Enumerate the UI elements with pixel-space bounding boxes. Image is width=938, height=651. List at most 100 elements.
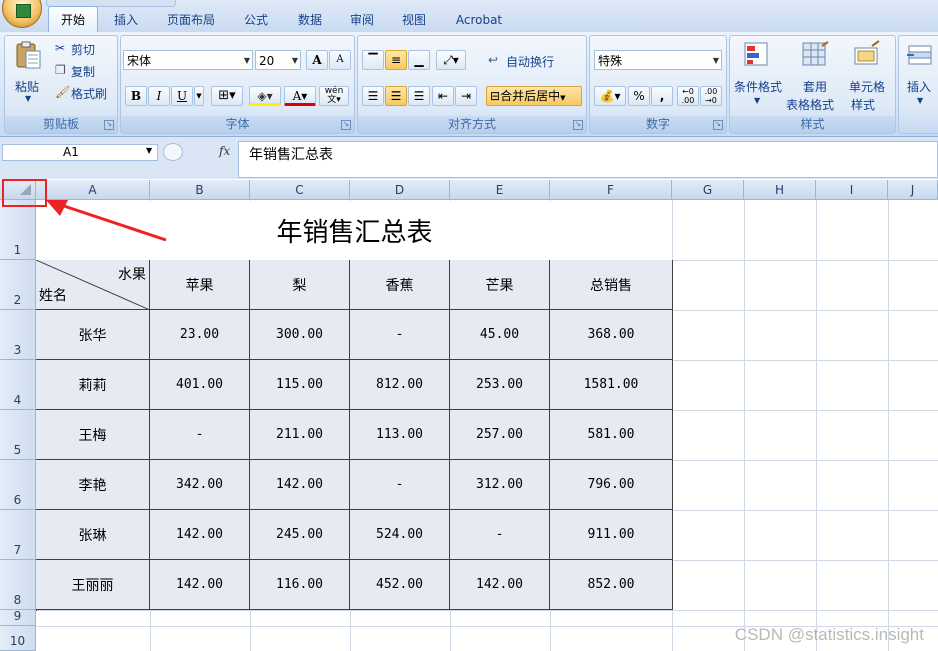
row-header-9[interactable]: 9 (0, 609, 36, 626)
fill-color-icon[interactable]: ◈▾ (249, 86, 281, 106)
cut-button[interactable]: 剪切 (71, 41, 95, 58)
align-left-icon[interactable]: ☰ (362, 86, 384, 106)
table-cell[interactable]: 水果 姓名 (36, 260, 150, 310)
column-header-j[interactable]: J (888, 180, 938, 200)
column-header-f[interactable]: F (550, 180, 672, 200)
formula-bar-resize-handle[interactable] (163, 143, 183, 161)
row-header-2[interactable]: 2 (0, 260, 36, 310)
name-box-dropdown-icon[interactable]: ▼ (146, 146, 152, 155)
column-header-i[interactable]: I (816, 180, 888, 200)
copy-icon[interactable]: ❐ (55, 63, 66, 77)
comma-button[interactable]: , (651, 86, 673, 106)
number-launcher-icon[interactable]: ↘ (713, 120, 723, 130)
table-cell[interactable]: 张华 (36, 310, 150, 360)
clipboard-launcher-icon[interactable]: ↘ (104, 120, 114, 130)
row-header-4[interactable]: 4 (0, 360, 36, 410)
row-header-6[interactable]: 6 (0, 460, 36, 510)
table-cell[interactable]: 1581.00 (550, 360, 673, 410)
format-as-table-label-2[interactable]: 表格格式 (786, 96, 834, 113)
insert-function-icon[interactable]: fx (219, 144, 230, 158)
underline-dropdown-icon[interactable]: ▼ (194, 86, 204, 106)
font-size-select[interactable]: 20 ▼ (255, 50, 301, 70)
align-bottom-icon[interactable]: ▁ (408, 50, 430, 70)
tab-formulas[interactable]: 公式 (234, 10, 278, 30)
column-header-e[interactable]: E (450, 180, 550, 200)
italic-button[interactable]: I (148, 86, 170, 106)
table-cell[interactable]: 香蕉 (350, 260, 450, 310)
underline-button[interactable]: U (171, 86, 193, 106)
align-right-icon[interactable]: ☰ (408, 86, 430, 106)
alignment-launcher-icon[interactable]: ↘ (573, 120, 583, 130)
table-cell[interactable]: 253.00 (450, 360, 550, 410)
row-header-7[interactable]: 7 (0, 510, 36, 560)
font-launcher-icon[interactable]: ↘ (341, 120, 351, 130)
column-header-d[interactable]: D (350, 180, 450, 200)
wrap-text-icon[interactable]: ↩ (488, 53, 498, 67)
column-header-h[interactable]: H (744, 180, 816, 200)
table-cell[interactable]: - (350, 460, 450, 510)
cut-icon[interactable]: ✂ (55, 41, 65, 55)
table-cell[interactable]: 23.00 (150, 310, 250, 360)
table-cell[interactable]: 梨 (250, 260, 350, 310)
table-cell[interactable]: 401.00 (150, 360, 250, 410)
table-cell[interactable]: 245.00 (250, 510, 350, 560)
align-middle-icon[interactable]: ≡ (385, 50, 407, 70)
table-cell[interactable]: 142.00 (150, 560, 250, 610)
currency-icon[interactable]: 💰▾ (594, 86, 626, 106)
percent-button[interactable]: % (628, 86, 650, 106)
table-cell[interactable]: 王梅 (36, 410, 150, 460)
chevron-down-icon[interactable]: ▼ (754, 96, 760, 105)
table-cell[interactable]: 812.00 (350, 360, 450, 410)
orientation-icon[interactable]: ⤢▾ (436, 50, 466, 70)
format-as-table-icon[interactable] (800, 40, 830, 70)
table-cell[interactable]: 115.00 (250, 360, 350, 410)
tab-review[interactable]: 审阅 (340, 10, 384, 30)
formula-input[interactable]: 年销售汇总表 (238, 141, 938, 178)
table-cell[interactable]: 张琳 (36, 510, 150, 560)
table-cell[interactable]: 211.00 (250, 410, 350, 460)
row-header-1[interactable]: 1 (0, 200, 36, 260)
table-cell[interactable]: 116.00 (250, 560, 350, 610)
table-cell[interactable]: 113.00 (350, 410, 450, 460)
phonetic-guide-button[interactable]: wén 文▾ (319, 86, 349, 106)
font-color-icon[interactable]: A▾ (284, 86, 316, 106)
format-painter-icon[interactable]: 🖌 (55, 85, 70, 99)
row-header-8[interactable]: 8 (0, 560, 36, 610)
insert-button[interactable]: 插入 (907, 78, 931, 95)
table-cell[interactable]: 796.00 (550, 460, 673, 510)
align-top-icon[interactable]: ▔ (362, 50, 384, 70)
table-cell[interactable]: - (450, 510, 550, 560)
cell-styles-label-1[interactable]: 单元格 (849, 78, 885, 95)
table-cell[interactable]: 142.00 (150, 510, 250, 560)
font-name-select[interactable]: 宋体 ▼ (123, 50, 253, 70)
wrap-text-button[interactable]: 自动换行 (506, 53, 554, 70)
tab-page-layout[interactable]: 页面布局 (158, 10, 224, 30)
row-header-10[interactable]: 10 (0, 626, 36, 651)
table-cell[interactable]: 总销售 (550, 260, 673, 310)
column-header-c[interactable]: C (250, 180, 350, 200)
align-center-icon[interactable]: ☰ (385, 86, 407, 106)
format-as-table-label-1[interactable]: 套用 (803, 78, 827, 95)
table-cell[interactable]: 王丽丽 (36, 560, 150, 610)
borders-icon[interactable]: ⊞▾ (211, 86, 243, 106)
tab-home[interactable]: 开始 (48, 6, 98, 33)
increase-indent-icon[interactable]: ⇥ (455, 86, 477, 106)
decrease-indent-icon[interactable]: ⇤ (432, 86, 454, 106)
paste-dropdown-icon[interactable]: ▼ (25, 94, 31, 103)
tab-insert[interactable]: 插入 (104, 10, 148, 30)
increase-decimal-icon[interactable]: ←0.00 (677, 86, 699, 106)
table-cell[interactable]: 911.00 (550, 510, 673, 560)
table-cell[interactable]: 852.00 (550, 560, 673, 610)
name-box[interactable]: A1 (2, 144, 158, 161)
grow-font-button[interactable]: A (306, 50, 328, 70)
table-cell[interactable]: 257.00 (450, 410, 550, 460)
format-painter-button[interactable]: 格式刷 (71, 85, 107, 102)
table-cell[interactable]: 李艳 (36, 460, 150, 510)
row-header-5[interactable]: 5 (0, 410, 36, 460)
paste-icon[interactable] (13, 40, 43, 70)
table-cell[interactable]: 莉莉 (36, 360, 150, 410)
shrink-font-button[interactable]: A (329, 50, 351, 70)
copy-button[interactable]: 复制 (71, 63, 95, 80)
row-header-3[interactable]: 3 (0, 310, 36, 360)
bold-button[interactable]: B (125, 86, 147, 106)
